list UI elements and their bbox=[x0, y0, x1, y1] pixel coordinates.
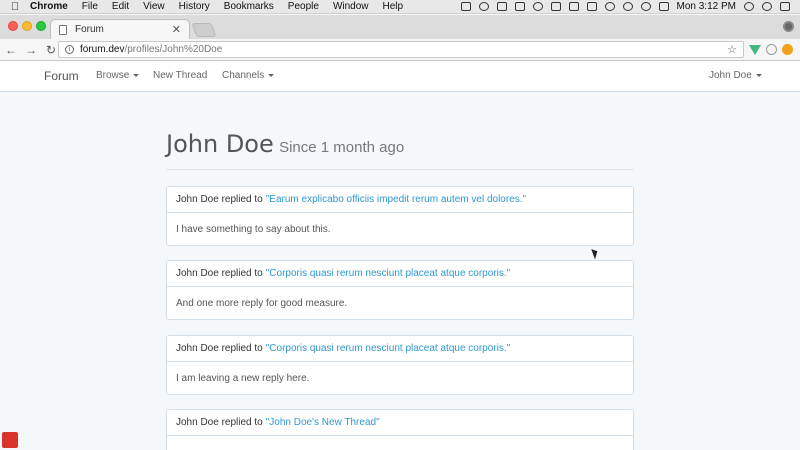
back-arrow-icon[interactable]: ← bbox=[2, 43, 20, 57]
channels-dropdown[interactable]: Channels bbox=[222, 70, 275, 81]
browser-profile-icon[interactable] bbox=[783, 21, 794, 32]
forum-navbar: Forum Browse New Thread Channels John Do… bbox=[0, 61, 800, 92]
activity-verb: replied to bbox=[221, 194, 263, 205]
new-thread-link[interactable]: New Thread bbox=[153, 70, 207, 81]
menu-bookmarks[interactable]: Bookmarks bbox=[224, 1, 274, 12]
activity-verb: replied to bbox=[221, 417, 263, 428]
site-info-icon[interactable]: i bbox=[65, 45, 74, 54]
clock-status-icon[interactable] bbox=[604, 2, 615, 11]
vue-devtools-icon[interactable] bbox=[749, 45, 761, 55]
hat-icon[interactable] bbox=[532, 2, 543, 11]
activity-heading: John Doe replied to "John Doe's New Thre… bbox=[167, 410, 633, 436]
browse-label: Browse bbox=[96, 70, 130, 81]
user-menu-dropdown[interactable]: John Doe bbox=[709, 70, 762, 81]
profile-name: John Doe bbox=[166, 130, 274, 158]
activity-heading: John Doe replied to "Corporis quasi reru… bbox=[167, 336, 633, 362]
activity-actor: John Doe bbox=[176, 417, 219, 428]
caret-down-icon bbox=[755, 73, 762, 77]
activity-body: And one more reply for good measure. bbox=[176, 297, 348, 309]
url-path: /profiles/John%20Doe bbox=[124, 44, 223, 55]
screen-record-icon[interactable] bbox=[460, 2, 471, 11]
menu-app-name[interactable]: Chrome bbox=[30, 1, 68, 12]
activity-body: I have something to say about this. bbox=[176, 223, 331, 235]
tab-title: Forum bbox=[75, 24, 104, 35]
activity-body: I am leaving a new reply here. bbox=[176, 372, 310, 384]
activity-actor: John Doe bbox=[176, 268, 219, 279]
macos-menubar:  Chrome File Edit View History Bookmark… bbox=[0, 0, 800, 14]
extension-warning-icon[interactable] bbox=[782, 44, 793, 55]
caret-down-icon bbox=[133, 73, 140, 77]
channels-label: Channels bbox=[222, 70, 265, 81]
user-menu-label: John Doe bbox=[709, 70, 752, 81]
activity-panel: John Doe replied to "John Doe's New Thre… bbox=[166, 409, 634, 450]
close-window-button[interactable] bbox=[8, 21, 18, 31]
browser-tabstrip: Forum ✕ bbox=[0, 15, 800, 39]
activity-panel: John Doe replied to "Corporis quasi reru… bbox=[166, 335, 634, 395]
bookmark-star-icon[interactable]: ☆ bbox=[727, 43, 737, 56]
activity-heading: John Doe replied to "Earum explicabo off… bbox=[167, 187, 633, 213]
square-status-icon[interactable] bbox=[496, 2, 507, 11]
extension-circle-icon[interactable] bbox=[766, 44, 777, 55]
browser-toolbar: ← → ↻ i forum.dev/profiles/John%20Doe ☆ bbox=[0, 39, 800, 61]
activity-panel: John Doe replied to "Earum explicabo off… bbox=[166, 186, 634, 246]
menu-people[interactable]: People bbox=[288, 1, 319, 12]
display-icon[interactable] bbox=[568, 2, 579, 11]
airplay-icon[interactable] bbox=[658, 2, 669, 11]
profile-header: John Doe Since 1 month ago bbox=[166, 130, 634, 170]
browser-tab-forum[interactable]: Forum ✕ bbox=[50, 19, 190, 39]
wifi-icon[interactable] bbox=[640, 2, 651, 11]
thread-link[interactable]: "John Doe's New Thread" bbox=[266, 417, 380, 428]
thread-link[interactable]: "Corporis quasi rerum nesciunt placeat a… bbox=[266, 268, 510, 279]
notes-icon[interactable] bbox=[550, 2, 561, 11]
minimize-window-button[interactable] bbox=[22, 21, 32, 31]
url-host: forum.dev bbox=[80, 44, 125, 55]
activity-panel: John Doe replied to "Corporis quasi reru… bbox=[166, 260, 634, 320]
activity-heading: John Doe replied to "Corporis quasi reru… bbox=[167, 261, 633, 287]
bluetooth-icon[interactable] bbox=[622, 2, 633, 11]
grid-icon[interactable] bbox=[586, 2, 597, 11]
forward-arrow-icon[interactable]: → bbox=[22, 43, 40, 57]
menubar-clock[interactable]: Mon 3:12 PM bbox=[677, 1, 736, 12]
menu-edit[interactable]: Edit bbox=[112, 1, 129, 12]
new-tab-button[interactable] bbox=[191, 23, 217, 37]
close-tab-icon[interactable]: ✕ bbox=[172, 23, 181, 36]
menu-file[interactable]: File bbox=[82, 1, 98, 12]
activity-actor: John Doe bbox=[176, 194, 219, 205]
browse-dropdown[interactable]: Browse bbox=[96, 70, 140, 81]
address-bar[interactable]: i forum.dev/profiles/John%20Doe ☆ bbox=[58, 41, 744, 58]
dropbox-icon[interactable] bbox=[514, 2, 525, 11]
menu-window[interactable]: Window bbox=[333, 1, 369, 12]
activity-actor: John Doe bbox=[176, 343, 219, 354]
activity-verb: replied to bbox=[221, 343, 263, 354]
apple-icon[interactable]:  bbox=[0, 1, 30, 13]
menubar-status-area: Mon 3:12 PM bbox=[460, 1, 800, 12]
profile-since: Since 1 month ago bbox=[279, 139, 405, 156]
thread-link[interactable]: "Corporis quasi rerum nesciunt placeat a… bbox=[266, 343, 510, 354]
forum-brand-link[interactable]: Forum bbox=[44, 69, 79, 83]
activity-verb: replied to bbox=[221, 268, 263, 279]
activity-body bbox=[167, 436, 633, 450]
menu-history[interactable]: History bbox=[179, 1, 210, 12]
siri-icon[interactable] bbox=[762, 2, 772, 11]
page-icon bbox=[59, 24, 67, 35]
menu-view[interactable]: View bbox=[143, 1, 165, 12]
thread-link[interactable]: "Earum explicabo officiis impedit rerum … bbox=[266, 194, 526, 205]
mouse-cursor-icon bbox=[591, 247, 600, 260]
maximize-window-button[interactable] bbox=[36, 21, 46, 31]
dock-app-icon[interactable] bbox=[2, 432, 18, 448]
spotlight-search-icon[interactable] bbox=[744, 2, 754, 11]
menu-help[interactable]: Help bbox=[383, 1, 404, 12]
info-status-icon[interactable] bbox=[478, 2, 489, 11]
caret-down-icon bbox=[268, 73, 275, 77]
notification-center-icon[interactable] bbox=[780, 2, 790, 11]
